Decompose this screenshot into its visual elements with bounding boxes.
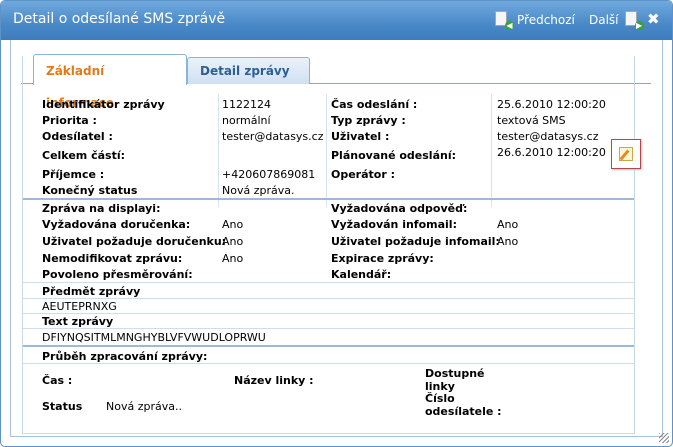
user-receipt-label: Uživatel požaduje doručenku: xyxy=(42,235,227,248)
expiry-label: Expirace zprávy: xyxy=(331,252,434,265)
message-detail-window: Detail o odesílané SMS zprávě ◀ Předchoz… xyxy=(0,0,673,447)
receipt-required-label: Vyžadována doručenka: xyxy=(42,218,191,231)
available-lines-label: Dostupné linky xyxy=(425,367,485,393)
no-modify-value: Ano xyxy=(222,252,244,265)
identifier-label: Identifikátor zprávy xyxy=(42,98,165,111)
total-parts-label: Celkem částí: xyxy=(42,149,125,162)
planned-send-value: 26.6.2010 12:00:20 xyxy=(497,146,606,159)
processing-label: Průběh zpracování zprávy: xyxy=(42,350,208,363)
next-page-icon: ▶ xyxy=(624,11,644,30)
no-modify-label: Nemodifikovat zprávu: xyxy=(42,252,183,265)
sender-label: Odesílatel : xyxy=(42,130,113,143)
sender-number-label: Číslo odesílatele : xyxy=(425,392,502,418)
message-text-value: DFIYNQSITMLMNGHYBLVFVWUDLOPRWU xyxy=(42,331,266,344)
user-infomail-value: Ano xyxy=(497,235,519,248)
status-value: Nová zpráva.. xyxy=(106,400,182,413)
reply-required-label: Vyžadována odpověď: xyxy=(331,202,468,215)
priority-label: Priorita : xyxy=(42,114,97,127)
priority-value: normální xyxy=(222,114,271,127)
subject-label: Předmět zprávy xyxy=(42,285,141,298)
line-name-label: Název linky : xyxy=(234,374,314,387)
resize-grip-icon[interactable] xyxy=(659,433,669,443)
infomail-required-value: Ano xyxy=(497,218,519,231)
user-receipt-value: Ano xyxy=(222,235,244,248)
recipient-value: +420607869081 xyxy=(222,168,316,181)
identifier-value: 1122124 xyxy=(222,98,271,111)
message-text-label: Text zprávy xyxy=(42,315,114,328)
close-icon[interactable]: ✖ xyxy=(647,10,660,28)
edit-pencil-icon xyxy=(619,147,633,161)
calendar-label: Kalendář: xyxy=(331,268,392,281)
redirect-allowed-label: Povoleno přesměrování: xyxy=(42,268,193,281)
final-status-label: Konečný status xyxy=(42,184,138,197)
section-divider xyxy=(23,198,634,200)
user-label: Uživatel : xyxy=(331,130,390,143)
user-value: tester@datasys.cz xyxy=(497,130,599,143)
message-type-label: Typ zprávy : xyxy=(331,114,406,127)
info-content: Identifikátor zprávy 1122124 Čas odeslán… xyxy=(22,56,635,434)
title-bar: Detail o odesílané SMS zprávě ◀ Předchoz… xyxy=(1,1,672,40)
edit-planned-send-button[interactable] xyxy=(611,139,641,169)
time-label: Čas : xyxy=(42,374,73,387)
display-message-label: Zpráva na displayi: xyxy=(42,202,161,215)
sent-time-label: Čas odeslání : xyxy=(331,98,418,111)
receipt-required-value: Ano xyxy=(222,218,244,231)
next-button[interactable]: Další ▶ xyxy=(589,11,644,30)
planned-send-label: Plánované odeslání: xyxy=(331,149,456,162)
operator-label: Operátor : xyxy=(331,168,396,181)
user-infomail-label: Uživatel požaduje infomail: xyxy=(331,235,500,248)
recipient-label: Příjemce : xyxy=(42,168,105,181)
sender-value: tester@datasys.cz xyxy=(222,130,324,143)
final-status-value: Nová zpráva. xyxy=(222,184,295,197)
window-title: Detail o odesílané SMS zprávě xyxy=(13,11,226,27)
previous-page-icon: ◀ xyxy=(495,11,514,30)
sent-time-value: 25.6.2010 12:00:20 xyxy=(497,98,606,111)
status-label: Status xyxy=(42,400,83,413)
next-label: Další xyxy=(589,13,619,27)
previous-label: Předchozí xyxy=(517,13,575,27)
infomail-required-label: Vyžadován infomail: xyxy=(331,218,457,231)
previous-button[interactable]: ◀ Předchozí xyxy=(495,11,575,30)
subject-value: AEUTEPRNXG xyxy=(42,300,117,313)
message-type-value: textová SMS xyxy=(497,114,566,127)
